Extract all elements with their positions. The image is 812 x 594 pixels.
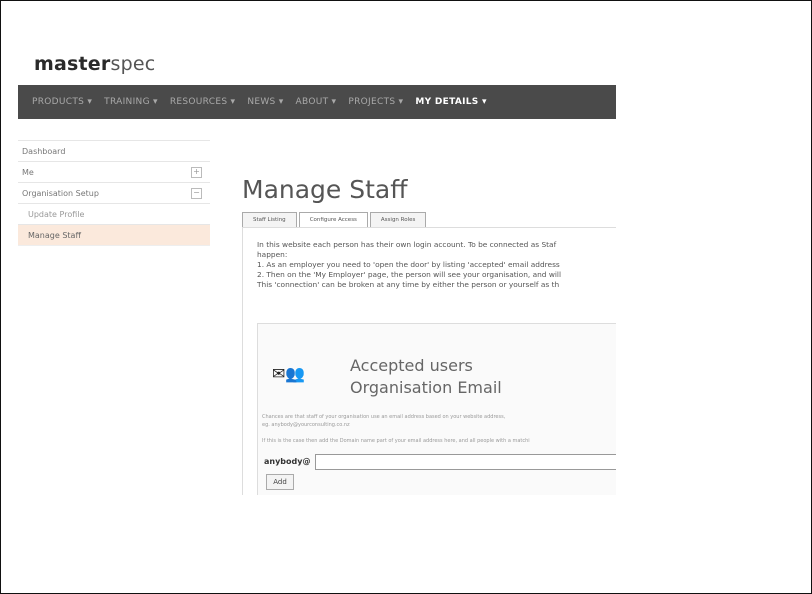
sidebar-item-label: Dashboard xyxy=(22,146,66,156)
sidebar-item-manage-staff[interactable]: Manage Staff xyxy=(18,224,210,245)
panel-subtitle: Organisation Email xyxy=(350,378,502,397)
browser-viewport: masterspec PRODUCTS ▾ TRAINING ▾ RESOURC… xyxy=(18,45,616,495)
intro-text: In this website each person has their ow… xyxy=(257,240,616,290)
intro-line: In this website each person has their ow… xyxy=(257,240,557,249)
nav-resources[interactable]: RESOURCES ▾ xyxy=(170,97,236,107)
intro-line: 2. Then on the 'My Employer' page, the p… xyxy=(257,270,562,279)
logo-light: spec xyxy=(110,53,156,75)
intro-line: 1. As an employer you need to 'open the … xyxy=(257,260,560,269)
add-button[interactable]: Add xyxy=(266,474,294,490)
email-prefix-label: anybody@ xyxy=(264,457,311,466)
nav-about[interactable]: ABOUT ▾ xyxy=(296,97,337,107)
email-domain-input[interactable] xyxy=(315,454,616,470)
logo-bold: master xyxy=(34,53,111,75)
expand-icon[interactable]: + xyxy=(191,167,202,178)
nav-training[interactable]: TRAINING ▾ xyxy=(104,97,158,107)
tab-assign-roles[interactable]: Assign Roles xyxy=(369,212,427,228)
sidebar-item-label: Update Profile xyxy=(28,209,85,219)
nav-projects[interactable]: PROJECTS ▾ xyxy=(348,97,403,107)
tab-content: In this website each person has their ow… xyxy=(242,227,616,495)
sidebar-item-me[interactable]: Me + xyxy=(18,161,210,182)
main-nav: PRODUCTS ▾ TRAINING ▾ RESOURCES ▾ NEWS ▾… xyxy=(18,85,616,119)
sidebar-item-label: Organisation Setup xyxy=(22,188,99,198)
collapse-icon[interactable]: − xyxy=(191,188,202,199)
sidebar-item-update-profile[interactable]: Update Profile xyxy=(18,203,210,224)
tab-staff-listing[interactable]: Staff Listing xyxy=(242,212,297,228)
sidebar-divider xyxy=(18,245,210,256)
sidebar-item-organisation-setup[interactable]: Organisation Setup − xyxy=(18,182,210,203)
masterspec-logo[interactable]: masterspec xyxy=(34,53,155,75)
sidebar-item-label: Me xyxy=(22,167,34,177)
help-text: Chances are that staff of your organisat… xyxy=(262,414,506,420)
intro-line: This 'connection' can be broken at any t… xyxy=(257,280,560,289)
intro-line: happen: xyxy=(257,250,288,259)
help-text-domain: If this is the case then add the Domain … xyxy=(262,438,530,444)
accepted-users-panel: ✉👥 Accepted users Organisation Email Cha… xyxy=(257,323,616,495)
sidebar: Dashboard Me + Organisation Setup − Upda… xyxy=(18,140,210,256)
help-text-example: eg. anybody@yourconsulting.co.nz xyxy=(262,422,350,428)
tab-configure-access[interactable]: Configure Access xyxy=(298,212,368,228)
panel-title: Accepted users xyxy=(350,356,473,375)
page-title: Manage Staff xyxy=(242,174,408,204)
tab-bar: Staff Listing Configure Access Assign Ro… xyxy=(242,212,428,228)
sidebar-item-label: Manage Staff xyxy=(28,230,81,240)
nav-products[interactable]: PRODUCTS ▾ xyxy=(32,97,92,107)
envelope-users-icon: ✉👥 xyxy=(272,364,306,383)
nav-my-details[interactable]: MY DETAILS ▾ xyxy=(415,97,486,107)
sidebar-item-dashboard[interactable]: Dashboard xyxy=(18,140,210,161)
nav-news[interactable]: NEWS ▾ xyxy=(247,97,283,107)
